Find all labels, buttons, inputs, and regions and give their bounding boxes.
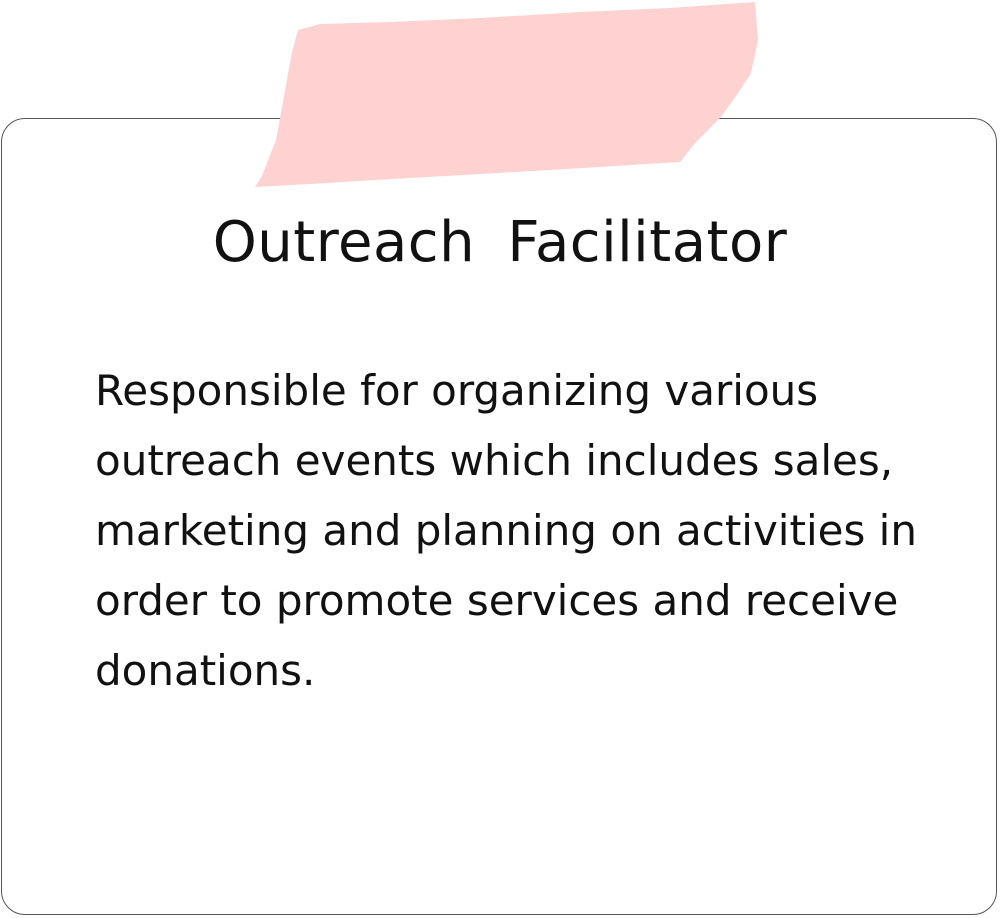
description-line: Responsible for organizing various xyxy=(95,366,819,415)
description-line: order to promote services and receive xyxy=(95,576,899,625)
card-title: Outreach Facilitator xyxy=(212,210,788,275)
masking-tape-decoration xyxy=(255,2,758,187)
card-description: Responsible for organizing various outre… xyxy=(95,356,945,706)
description-line: donations. xyxy=(95,646,316,695)
job-card-stage: Outreach Facilitator Responsible for org… xyxy=(0,0,1000,918)
description-line: outreach events which includes sales, xyxy=(95,436,894,485)
description-line: marketing and planning on activities in xyxy=(95,506,917,555)
